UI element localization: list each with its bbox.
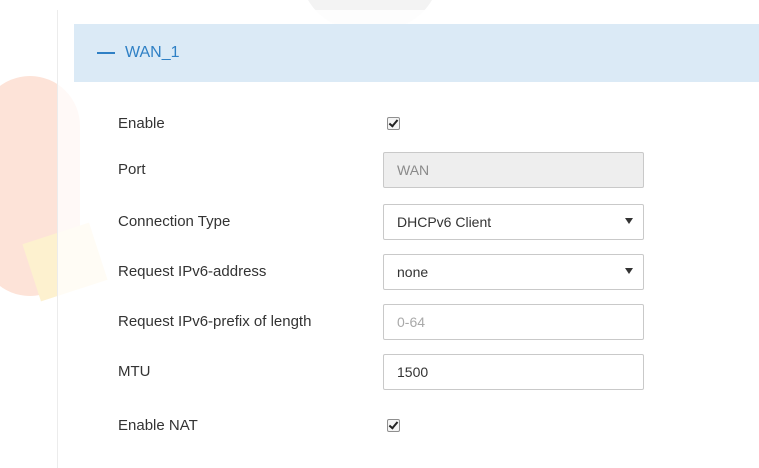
section-title: WAN_1 — [125, 44, 180, 61]
enable-label: Enable — [118, 115, 165, 132]
connection-type-value: DHCPv6 Client — [397, 214, 492, 230]
dropdown-arrow-icon — [625, 268, 633, 274]
port-field: WAN — [383, 152, 644, 188]
connection-type-label: Connection Type — [118, 213, 231, 230]
row-mtu: MTU 1500 — [118, 354, 678, 392]
stage: WAN_1 Enable Port WAN Connection Type DH… — [0, 0, 759, 468]
minus-icon[interactable] — [97, 52, 115, 54]
row-port: Port WAN — [118, 152, 678, 190]
row-enable: Enable — [118, 106, 678, 144]
request-ipv6-prefix-input[interactable]: 0-64 — [383, 304, 644, 340]
row-request-ipv6-prefix: Request IPv6-prefix of length 0-64 — [118, 304, 678, 342]
section-header[interactable]: WAN_1 — [74, 24, 759, 82]
row-enable-nat: Enable NAT — [118, 408, 678, 446]
request-ipv6-prefix-placeholder: 0-64 — [397, 314, 426, 330]
enable-checkbox[interactable] — [387, 117, 400, 130]
mtu-label: MTU — [118, 363, 151, 380]
dropdown-arrow-icon — [625, 218, 633, 224]
row-request-ipv6-address: Request IPv6-address none — [118, 254, 678, 292]
checkmark-icon — [388, 419, 399, 430]
port-label: Port — [118, 161, 146, 178]
enable-nat-label: Enable NAT — [118, 417, 198, 434]
request-ipv6-prefix-label: Request IPv6-prefix of length — [118, 313, 312, 330]
checkmark-icon — [388, 117, 399, 128]
port-value: WAN — [397, 162, 430, 178]
request-ipv6-address-value: none — [397, 264, 429, 280]
mtu-value: 1500 — [397, 364, 429, 380]
mtu-input[interactable]: 1500 — [383, 354, 644, 390]
row-connection-type: Connection Type DHCPv6 Client — [118, 204, 678, 242]
wan-settings-panel: WAN_1 Enable Port WAN Connection Type DH… — [58, 10, 759, 468]
enable-nat-checkbox[interactable] — [387, 419, 400, 432]
request-ipv6-address-label: Request IPv6-address — [118, 263, 267, 280]
connection-type-select[interactable]: DHCPv6 Client — [383, 204, 644, 240]
request-ipv6-address-select[interactable]: none — [383, 254, 644, 290]
